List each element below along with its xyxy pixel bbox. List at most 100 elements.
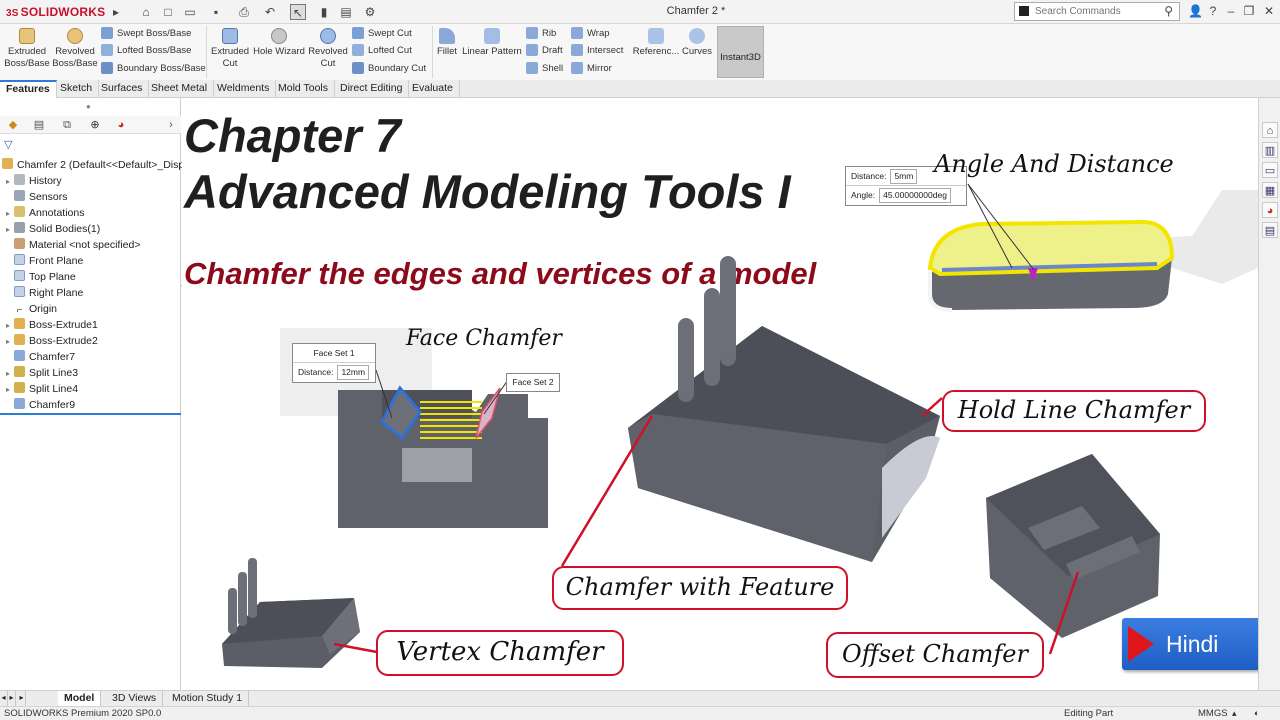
tree-item-annotations[interactable]: ▸ Annotations bbox=[0, 205, 84, 221]
curves-button[interactable]: Curves bbox=[680, 28, 714, 58]
tab-evaluate[interactable]: Evaluate bbox=[406, 80, 460, 98]
face-set-2-callout-box[interactable]: Face Set 2 bbox=[506, 373, 560, 392]
boundary-cut-label: Boundary Cut bbox=[368, 63, 427, 74]
tree-item-chamfer7[interactable]: Chamfer7 bbox=[0, 349, 75, 365]
tree-item-boss-extrude2[interactable]: ▸ Boss-Extrude2 bbox=[0, 333, 98, 349]
restore-icon[interactable]: ❐ bbox=[1242, 4, 1256, 18]
chamfer-icon bbox=[14, 398, 25, 409]
revolved-cut-button[interactable]: Revolved Cut bbox=[307, 28, 349, 70]
tab-features[interactable]: Features bbox=[0, 80, 57, 98]
view-palette-icon[interactable]: ▦ bbox=[1262, 182, 1278, 198]
tab-sheet-metal[interactable]: Sheet Metal bbox=[145, 80, 215, 98]
property-manager-tab-icon[interactable]: ▤ bbox=[32, 118, 46, 132]
file-explorer-icon[interactable]: ▭ bbox=[1262, 162, 1278, 178]
tree-item-chamfer9[interactable]: Chamfer9 bbox=[0, 397, 75, 413]
command-manager: Extruded Boss/Base Revolved Boss/Base Sw… bbox=[0, 24, 1280, 80]
magnifier-icon[interactable]: ⚲ bbox=[1164, 4, 1173, 18]
curves-label: Curves bbox=[681, 46, 713, 57]
tree-item-label: History bbox=[29, 175, 62, 187]
lofted-boss-button[interactable]: Lofted Boss/Base bbox=[101, 43, 191, 59]
swept-cut-button[interactable]: Swept Cut bbox=[352, 26, 412, 42]
dimxpert-manager-tab-icon[interactable]: ⊕ bbox=[88, 118, 102, 132]
panel-grip-icon[interactable]: ● bbox=[86, 102, 91, 111]
history-icon bbox=[14, 174, 25, 185]
units-dropdown-icon[interactable]: ▴ bbox=[1232, 707, 1237, 720]
scroll-left-icon[interactable]: ◂ bbox=[0, 691, 8, 706]
tree-root[interactable]: Chamfer 2 (Default<<Default>_Disp bbox=[2, 157, 184, 173]
help-icon[interactable]: ? bbox=[1206, 4, 1220, 18]
tree-item-boss-extrude1[interactable]: ▸ Boss-Extrude1 bbox=[0, 317, 98, 333]
tab-model[interactable]: Model bbox=[58, 691, 102, 706]
instant3d-button[interactable]: Instant3D bbox=[717, 26, 764, 78]
mirror-label: Mirror bbox=[587, 63, 612, 74]
ribbon-separator bbox=[432, 26, 433, 78]
search-input[interactable] bbox=[1035, 3, 1165, 19]
tree-item-split-line3[interactable]: ▸ Split Line3 bbox=[0, 365, 78, 381]
expand-panel-icon[interactable]: › bbox=[164, 118, 178, 132]
draft-button[interactable]: Draft bbox=[526, 43, 563, 59]
solidworks-resources-icon[interactable]: ⌂ bbox=[1262, 122, 1278, 138]
hindi-badge: Hindi bbox=[1122, 618, 1258, 670]
scroll-first-icon[interactable]: ▸ bbox=[18, 691, 26, 706]
status-units[interactable]: MMGS bbox=[1198, 707, 1228, 720]
tab-surfaces[interactable]: Surfaces bbox=[95, 80, 150, 98]
shell-button[interactable]: Shell bbox=[526, 61, 563, 77]
status-help-icon[interactable]: ◐ bbox=[1254, 707, 1259, 720]
extruded-boss-button[interactable]: Extruded Boss/Base bbox=[4, 28, 50, 70]
fillet-button[interactable]: Fillet bbox=[435, 28, 459, 58]
tree-item-top-plane[interactable]: Top Plane bbox=[0, 269, 76, 285]
tree-item-solid-bodies[interactable]: ▸ Solid Bodies(1) bbox=[0, 221, 100, 237]
tab-mold-tools[interactable]: Mold Tools bbox=[272, 80, 335, 98]
appearances-icon[interactable]: ◕ bbox=[1262, 202, 1278, 218]
graphics-area[interactable]: Chapter 7 Advanced Modeling Tools I Cham… bbox=[182, 98, 1258, 690]
tree-item-origin[interactable]: ⌐ Origin bbox=[0, 301, 57, 317]
lofted-cut-button[interactable]: Lofted Cut bbox=[352, 43, 412, 59]
configuration-manager-tab-icon[interactable]: ⧉ bbox=[60, 118, 74, 132]
feature-manager-tab-icon[interactable]: ◆ bbox=[6, 118, 20, 132]
distance-value[interactable]: 5mm bbox=[890, 169, 918, 184]
custom-properties-icon[interactable]: ▤ bbox=[1262, 222, 1278, 238]
design-library-icon[interactable]: ▥ bbox=[1262, 142, 1278, 158]
tree-item-history[interactable]: ▸ History bbox=[0, 173, 62, 189]
hole-wizard-button[interactable]: Hole Wizard bbox=[253, 28, 305, 58]
tab-sketch[interactable]: Sketch bbox=[54, 80, 100, 98]
revolved-cut-label: Revolved Cut bbox=[308, 46, 348, 69]
wrap-button[interactable]: Wrap bbox=[571, 26, 610, 42]
angle-value[interactable]: 45.00000000deg bbox=[879, 188, 951, 203]
revolved-boss-button[interactable]: Revolved Boss/Base bbox=[52, 28, 98, 70]
rollback-bar[interactable] bbox=[0, 413, 181, 415]
tree-item-sensors[interactable]: Sensors bbox=[0, 189, 68, 205]
boundary-cut-button[interactable]: Boundary Cut bbox=[352, 61, 426, 77]
tab-weldments[interactable]: Weldments bbox=[211, 80, 277, 98]
hindi-label: Hindi bbox=[1166, 631, 1219, 657]
revolved-boss-label: Revolved Boss/Base bbox=[52, 46, 98, 69]
tab-motion-study-1[interactable]: Motion Study 1 bbox=[166, 691, 250, 706]
linear-pattern-button[interactable]: Linear Pattern bbox=[461, 28, 523, 58]
search-commands-box[interactable]: ⚲ bbox=[1014, 2, 1180, 21]
display-manager-tab-icon[interactable]: ◕ bbox=[114, 118, 128, 132]
tab-3d-views[interactable]: 3D Views bbox=[106, 691, 164, 706]
tree-item-label: Boss-Extrude1 bbox=[29, 319, 98, 331]
tree-item-right-plane[interactable]: Right Plane bbox=[0, 285, 83, 301]
rib-button[interactable]: Rib bbox=[526, 26, 556, 42]
distance-label: Distance: bbox=[851, 171, 887, 181]
filter-icon[interactable]: ▽ bbox=[4, 138, 12, 151]
face-distance-value[interactable]: 12mm bbox=[337, 365, 370, 380]
minimize-icon[interactable]: – bbox=[1224, 4, 1238, 18]
face-set-1-callout-box[interactable]: Face Set 1 Distance: 12mm bbox=[292, 343, 376, 383]
mirror-button[interactable]: Mirror bbox=[571, 61, 612, 77]
close-icon[interactable]: ✕ bbox=[1262, 4, 1276, 18]
user-icon[interactable]: 👤 bbox=[1188, 4, 1203, 18]
swept-boss-button[interactable]: Swept Boss/Base bbox=[101, 26, 191, 42]
tab-direct-editing[interactable]: Direct Editing bbox=[334, 80, 410, 98]
tree-item-split-line4[interactable]: ▸ Split Line4 bbox=[0, 381, 78, 397]
extruded-cut-button[interactable]: Extruded Cut bbox=[209, 28, 251, 70]
tree-item-label: Boss-Extrude2 bbox=[29, 335, 98, 347]
tree-item-material[interactable]: Material <not specified> bbox=[0, 237, 140, 253]
tree-item-front-plane[interactable]: Front Plane bbox=[0, 253, 83, 269]
scroll-right-icon[interactable]: ▸ bbox=[8, 691, 16, 706]
intersect-button[interactable]: Intersect bbox=[571, 43, 623, 59]
reference-geometry-button[interactable]: Referenc... bbox=[632, 28, 680, 58]
feature-manager-tabs: ◆ ▤ ⧉ ⊕ ◕ › bbox=[0, 116, 181, 134]
boundary-boss-button[interactable]: Boundary Boss/Base bbox=[101, 61, 206, 77]
